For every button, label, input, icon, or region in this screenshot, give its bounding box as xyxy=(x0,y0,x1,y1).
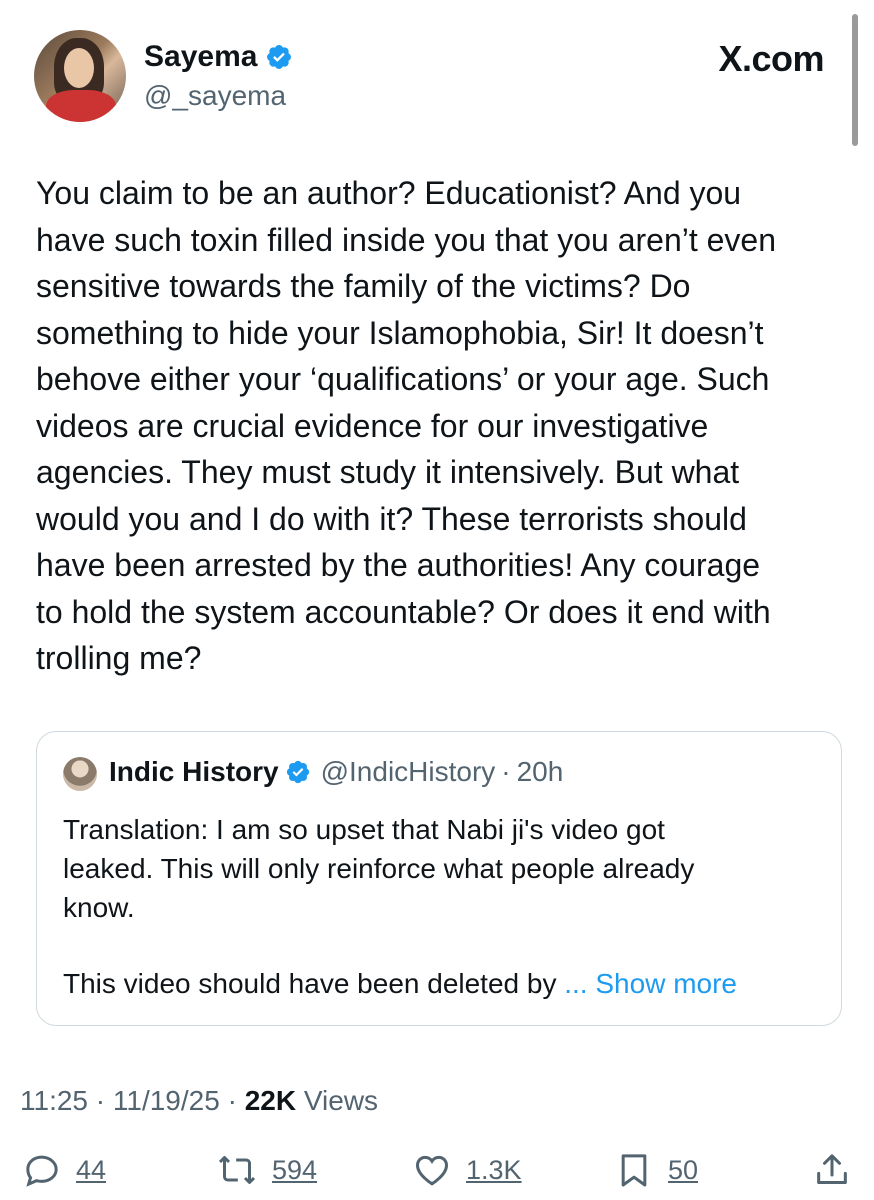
tweet-meta: 11:25 · 11/19/25 · 22K Views xyxy=(20,1085,378,1117)
quoted-text-truncated: This video should have been deleted by xyxy=(63,968,565,999)
repost-button[interactable]: 594 xyxy=(216,1150,317,1190)
reply-button[interactable]: 44 xyxy=(22,1150,106,1190)
share-icon xyxy=(817,1154,847,1184)
tweet-text: You claim to be an author? Educationist?… xyxy=(36,175,777,676)
quoted-text: Translation: I am so upset that Nabi ji'… xyxy=(63,814,695,923)
verified-badge-icon xyxy=(286,760,309,784)
like-icon xyxy=(415,1155,449,1186)
views-count: 22K xyxy=(244,1085,297,1116)
scrollbar[interactable] xyxy=(852,14,858,146)
bookmark-count: 50 xyxy=(668,1154,699,1185)
quoted-text-tail: This video should have been deleted by .… xyxy=(63,964,737,1003)
author-name-row[interactable]: Sayema xyxy=(144,40,293,74)
verified-badge-icon xyxy=(267,45,292,69)
quoted-separator: · xyxy=(501,756,511,787)
like-button[interactable]: 1.3K xyxy=(412,1150,522,1190)
tweet-date[interactable]: 11/19/25 xyxy=(113,1085,220,1116)
quoted-avatar[interactable] xyxy=(63,757,97,791)
like-count: 1.3K xyxy=(466,1154,522,1185)
quoted-header: Indic History @IndicHistory · 20h xyxy=(109,756,563,788)
quoted-time[interactable]: 20h xyxy=(517,756,564,788)
repost-icon xyxy=(218,1156,256,1184)
quoted-author-handle[interactable]: @IndicHistory xyxy=(321,756,496,788)
share-button[interactable] xyxy=(812,1150,852,1190)
author-name[interactable]: Sayema xyxy=(144,40,257,74)
author-avatar[interactable] xyxy=(34,30,126,122)
reply-count: 44 xyxy=(76,1154,107,1185)
show-more-link[interactable]: ... Show more xyxy=(564,968,737,999)
meta-separator: · xyxy=(95,1085,106,1116)
brand-logo: X.com xyxy=(718,38,824,79)
bookmark-button[interactable]: 50 xyxy=(614,1150,698,1190)
reply-icon xyxy=(26,1155,58,1187)
quoted-tweet[interactable]: Indic History @IndicHistory · 20h Transl… xyxy=(36,731,842,1026)
views-label: Views xyxy=(303,1085,379,1116)
action-bar: 44 594 1.3K 50 xyxy=(0,1150,874,1194)
bookmark-icon xyxy=(621,1154,647,1187)
tweet-time[interactable]: 11:25 xyxy=(20,1085,88,1116)
repost-count: 594 xyxy=(272,1154,318,1185)
author-handle[interactable]: @_sayema xyxy=(144,80,286,112)
meta-separator: · xyxy=(227,1085,237,1116)
quoted-author-name[interactable]: Indic History xyxy=(109,756,279,788)
